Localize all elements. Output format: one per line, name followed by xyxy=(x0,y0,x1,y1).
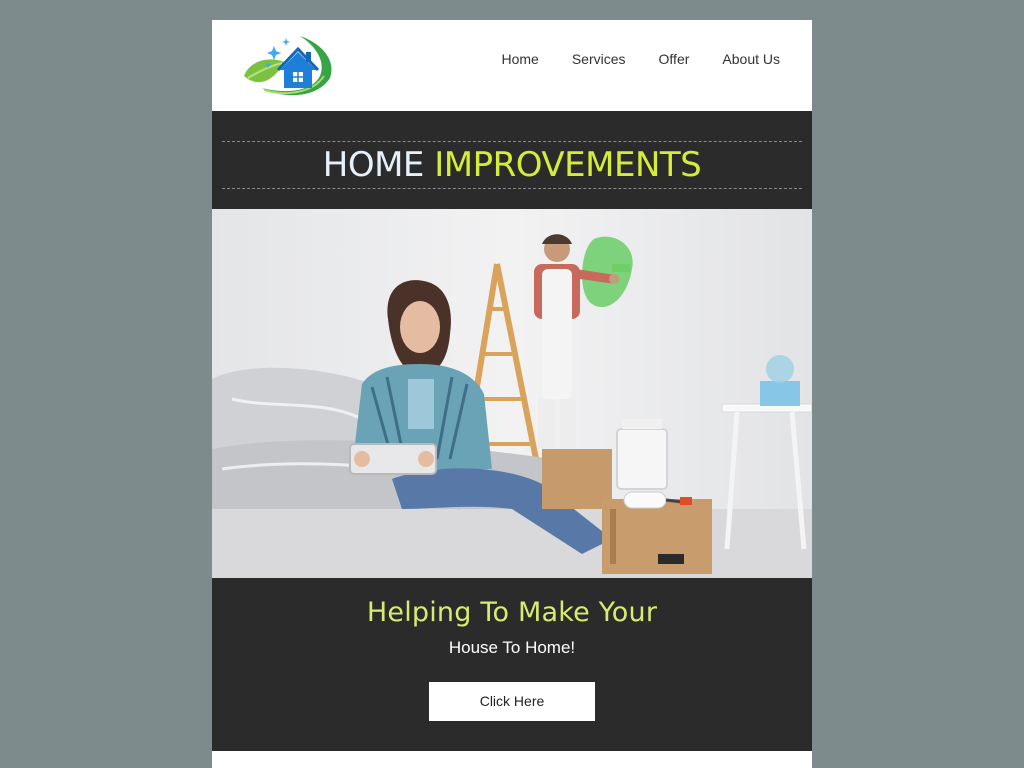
cta-band: Helping To Make Your House To Home! Clic… xyxy=(212,578,812,751)
nav-item-offer[interactable]: Offer xyxy=(659,50,690,68)
email-container: Home Services Offer About Us HOME IMPROV… xyxy=(212,20,812,768)
title-frame: HOME IMPROVEMENTS xyxy=(222,141,802,189)
house-leaf-logo-icon[interactable] xyxy=(240,32,336,100)
header: Home Services Offer About Us xyxy=(212,20,812,111)
nav-item-services[interactable]: Services xyxy=(572,50,626,68)
home-renovation-photo xyxy=(212,209,812,578)
nav-item-home[interactable]: Home xyxy=(501,50,538,68)
title-word-improvements: IMPROVEMENTS xyxy=(434,145,702,185)
click-here-button[interactable]: Click Here xyxy=(429,682,595,721)
title-band: HOME IMPROVEMENTS xyxy=(212,111,812,209)
page-title: HOME IMPROVEMENTS xyxy=(322,145,702,185)
title-word-home: HOME xyxy=(322,145,425,185)
nav-item-about-us[interactable]: About Us xyxy=(722,50,780,68)
cta-subheading: House To Home! xyxy=(448,638,576,657)
footer-strip xyxy=(212,751,812,768)
cta-heading: Helping To Make Your xyxy=(366,597,658,628)
main-nav: Home Services Offer About Us xyxy=(468,50,780,68)
